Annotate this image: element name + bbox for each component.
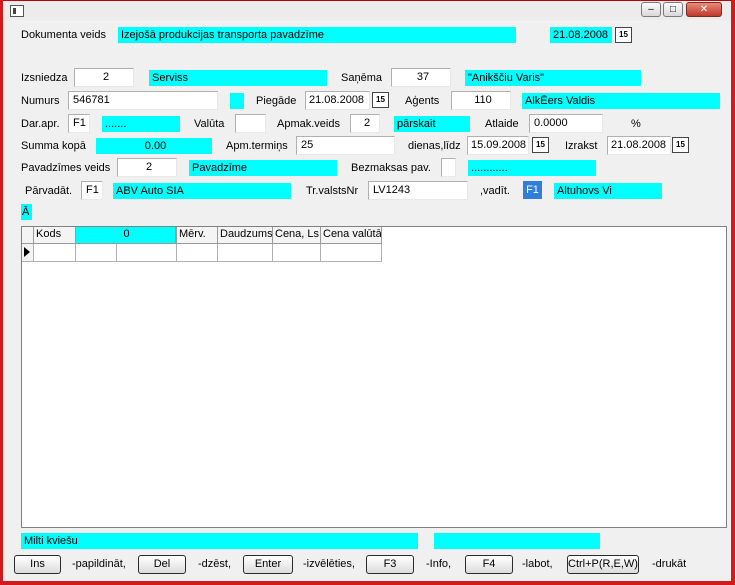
column-header-cena-ls[interactable]: Cena, Ls xyxy=(273,227,321,244)
app-icon[interactable] xyxy=(10,5,24,17)
insert-hint: -papildināt, xyxy=(72,558,126,570)
edit-hint: -labot, xyxy=(522,558,553,570)
number-input[interactable]: 546781 xyxy=(68,91,218,110)
delivery-date-input[interactable]: 21.08.2008 xyxy=(305,91,370,110)
print-button[interactable]: Ctrl+P(R,E,W) xyxy=(567,555,639,574)
table-cell[interactable] xyxy=(117,244,177,262)
doc-type-label: Dokumenta veids xyxy=(21,29,106,41)
payment-type-label: Apmak.veids xyxy=(277,118,340,130)
agent-label: Aģents xyxy=(405,95,440,107)
close-icon[interactable]: ✕ xyxy=(686,2,722,17)
percent-sign: % xyxy=(631,118,641,130)
doc-date-field[interactable]: 21.08.2008 xyxy=(550,27,612,43)
vehicle-number-input[interactable]: LV1243 xyxy=(368,181,468,200)
driver-label: ,vadīt. xyxy=(480,185,510,197)
issuer-code-input[interactable]: 2 xyxy=(74,68,134,87)
edit-button[interactable]: F4 xyxy=(465,555,513,574)
info-button[interactable]: F3 xyxy=(366,555,414,574)
discount-input[interactable]: 0.0000 xyxy=(529,114,603,133)
items-grid[interactable]: Kods 0 Mērv. Daudzums Cena, Ls Cena valū… xyxy=(21,226,727,528)
calendar-icon[interactable] xyxy=(615,27,632,43)
free-invoice-input[interactable] xyxy=(441,158,456,177)
window-border-bottom xyxy=(0,581,735,585)
table-cell[interactable] xyxy=(273,244,321,262)
driver-name-field[interactable]: Altuhovs Vi xyxy=(554,183,662,199)
free-invoice-name-field[interactable]: ............ xyxy=(468,160,596,176)
receiver-label: Saņēma xyxy=(341,72,382,84)
window-border-left xyxy=(0,0,3,585)
discount-label: Atlaide xyxy=(485,118,519,130)
days-until-label: dienas,līdz xyxy=(408,140,461,152)
receiver-name-field[interactable]: "Anikščiu Varis" xyxy=(465,70,641,86)
number-label: Numurs xyxy=(21,95,60,107)
payment-term-label: Apm.termiņs xyxy=(226,140,288,152)
dar-apr-code-input[interactable]: F1 xyxy=(68,114,90,133)
table-cell[interactable] xyxy=(177,244,218,262)
receiver-code-input[interactable]: 37 xyxy=(391,68,451,87)
invoice-type-label: Pavadzīmes veids xyxy=(21,162,111,174)
minimize-icon[interactable]: – xyxy=(641,2,661,17)
payment-type-code-input[interactable]: 2 xyxy=(350,114,380,133)
doc-type-field[interactable]: Izejošā produkcijas transporta pavadzīme xyxy=(118,27,516,43)
row-pointer-icon xyxy=(24,247,30,257)
row-header-corner xyxy=(22,227,34,244)
driver-code-input[interactable]: F1 xyxy=(523,181,542,199)
column-header-merv[interactable]: Mērv. xyxy=(177,227,218,244)
payment-type-name-field[interactable]: pārskait xyxy=(394,116,470,132)
column-header-daudzums[interactable]: Daudzums xyxy=(218,227,273,244)
column-header-cena-valuta[interactable]: Cena valūtā xyxy=(321,227,382,244)
insert-button[interactable]: Ins xyxy=(14,555,61,574)
seller-name-field[interactable]: ABV Auto SIA xyxy=(113,183,291,199)
a-marker: Ā xyxy=(21,204,32,220)
delete-button[interactable]: Del xyxy=(138,555,186,574)
dar-apr-name-field[interactable]: ....... xyxy=(102,116,180,132)
agent-code-input[interactable]: 110 xyxy=(451,91,511,110)
calendar-icon[interactable] xyxy=(672,137,689,153)
table-cell[interactable] xyxy=(76,244,117,262)
table-cell[interactable] xyxy=(321,244,382,262)
issued-label: Izrakst xyxy=(565,140,598,152)
payment-term-input[interactable]: 25 xyxy=(296,136,395,155)
issuer-label: Izsniedza xyxy=(21,72,68,84)
seller-code-input[interactable]: F1 xyxy=(81,181,103,200)
window-border-right xyxy=(731,0,735,585)
item-extra-field xyxy=(434,533,600,549)
agent-name-field[interactable]: AlkĒers Valdis xyxy=(522,93,720,109)
invoice-type-name-field[interactable]: Pavadzīme xyxy=(189,160,337,176)
print-hint: -drukāt xyxy=(652,558,687,570)
maximize-icon[interactable]: □ xyxy=(663,2,683,17)
table-cell[interactable] xyxy=(218,244,273,262)
free-invoice-label: Bezmaksas pav. xyxy=(351,162,431,174)
number-indicator xyxy=(230,93,244,109)
delivery-label: Piegāde xyxy=(256,95,297,107)
issued-date-input[interactable]: 21.08.2008 xyxy=(607,136,671,155)
term-date-input[interactable]: 15.09.2008 xyxy=(467,136,529,155)
column-header-kods[interactable]: Kods xyxy=(34,227,76,244)
total-label: Summa kopā xyxy=(21,140,86,152)
info-hint: -Info, xyxy=(426,558,452,570)
seller-label: Pārvadāt. xyxy=(25,185,73,197)
total-field: 0.00 xyxy=(96,138,212,154)
item-description-field: Milti kviešu xyxy=(21,533,418,549)
row-pointer xyxy=(22,244,34,262)
table-cell[interactable] xyxy=(34,244,76,262)
currency-label: Valūta xyxy=(194,118,225,130)
title-bar xyxy=(0,0,735,20)
calendar-icon[interactable] xyxy=(372,92,389,108)
dar-apr-label: Dar.apr. xyxy=(21,118,60,130)
enter-button[interactable]: Enter xyxy=(243,555,293,574)
issuer-name-field[interactable]: Serviss xyxy=(149,70,327,86)
vehicle-label: Tr.valstsNr xyxy=(306,185,359,197)
enter-hint: -izvēlēties, xyxy=(303,558,355,570)
calendar-icon[interactable] xyxy=(532,137,549,153)
invoice-type-code-input[interactable]: 2 xyxy=(117,158,177,177)
delete-hint: -dzēst, xyxy=(198,558,232,570)
column-header-code-value[interactable]: 0 xyxy=(76,227,176,244)
currency-input[interactable] xyxy=(235,114,266,133)
